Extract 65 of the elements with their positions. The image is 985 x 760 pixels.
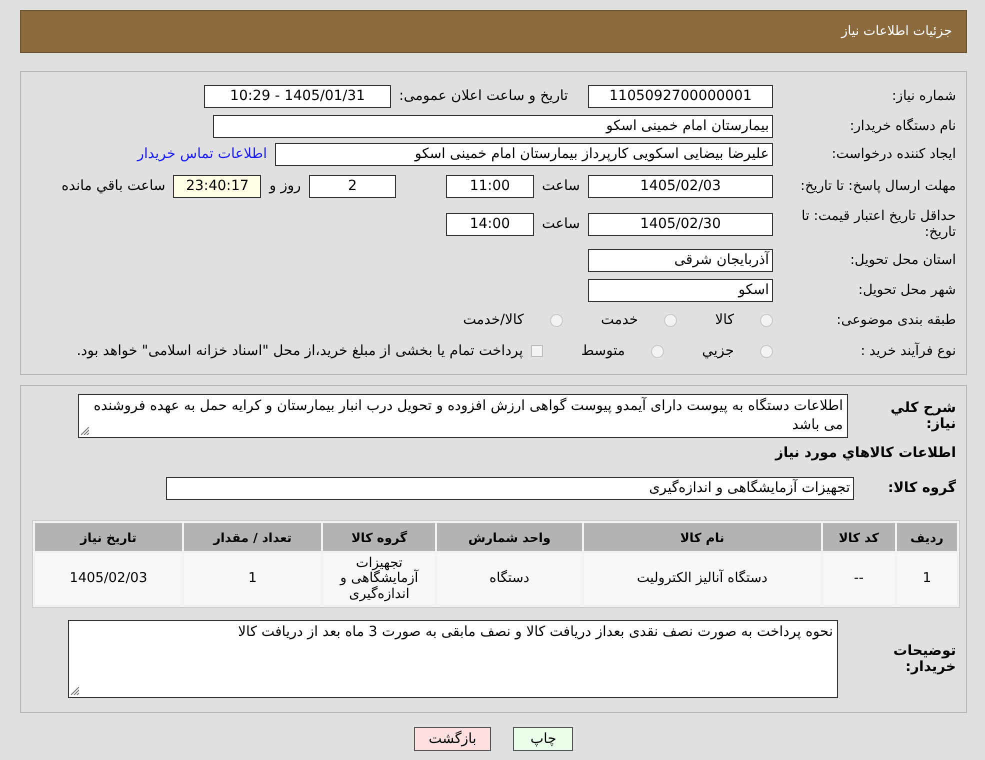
days-field: 2 [308,174,396,198]
checkbox[interactable] [531,345,544,357]
table-cell: تجهیزات آزمایشگاهی و اندازه‌گیری [323,553,436,605]
field-label: شرح کلي نیاز: [890,400,956,432]
option-label: خدمت [600,312,638,328]
radio-button[interactable] [651,344,664,358]
option-label: متوسط [581,343,626,359]
table-cell: دستگاه آنالیز الکترولیت [584,553,821,605]
back-button[interactable]: بازگشت [414,727,492,751]
radio-button[interactable] [550,314,563,326]
time-label: ساعت [542,178,580,194]
contact-link[interactable]: اطلاعات تماس خریدار [137,146,267,162]
column-header: تعداد / مقدار [184,523,322,551]
field-label: حداقل تاریخ اعتبار قیمت: تا تاریخ: [800,208,956,240]
option-label: کالا [715,312,734,328]
field-label: ایجاد کننده درخواست: [830,146,956,162]
goods-group-field: تجهیزات آزمایشگاهی و اندازه‌گیری [166,476,854,500]
header-title: جزئیات اطلاعات نیاز [841,24,952,39]
field-label: مهلت ارسال پاسخ: تا تاریخ: [799,178,956,194]
table-cell: -- [822,553,895,605]
need-number-field: 1105092700000001 [588,84,773,108]
field-label: شماره نیاز: [890,88,956,104]
time-label: ساعت [542,216,580,232]
field-label: تاریخ و ساعت اعلان عمومی: [399,88,568,104]
days-label: روز و [269,178,301,194]
option-label: کالا/خدمت [462,312,524,328]
radio-button[interactable] [760,314,773,326]
field-label: توضیحات خریدار: [892,643,956,675]
table-cell: 1 [896,553,957,605]
table-cell: 1405/02/03 [35,553,182,605]
table-cell: 1 [184,553,322,605]
option-label: جزيي [702,343,734,359]
deadline-date-field: 1405/02/03 [588,174,773,198]
city-field: اسکو [588,278,773,302]
column-header: ردیف [896,523,957,551]
print-button[interactable]: چاپ [513,727,574,751]
announce-date-field: 1405/01/31 - 10:29 [204,84,392,108]
section-title: اطلاعات کالاهاي مورد نیاز [774,445,956,461]
treasury-note: پرداخت تمام یا بخشی از مبلغ خرید،از محل "اسناد خزانه اسلامی" خواهد بود. [76,343,524,359]
column-header: نام کالا [584,523,821,551]
field-label: طبقه بندی موضوعی: [836,312,956,328]
deadline-time-field: 11:00 [446,174,534,198]
validity-date-field: 1405/02/30 [588,212,773,236]
field-label: شهر محل تحویل: [857,282,956,298]
province-field: آذربایجان شرقی [588,248,773,272]
field-label: نام دستگاه خریدار: [848,118,956,134]
field-label: استان محل تحویل: [849,252,956,268]
column-header: تاریخ نیاز [35,523,182,551]
table-cell: دستگاه [437,553,582,605]
radio-button[interactable] [760,344,773,358]
column-header: گروه کالا [323,523,436,551]
requester-field: علیرضا بیضایی اسکویی کارپرداز بیمارستان امام خمینی اسکو [275,142,773,166]
description-field: اطلاعات دستگاه به پیوست دارای آیمدو پیوست گواهی ارزش افزوده و تحویل درب انبار بیمارستان و کرایه حمل به عهده فروشنده می باشد [78,394,848,438]
radio-button[interactable] [664,314,678,326]
column-header: کد کالا [822,523,895,551]
field-label: گروه کالا: [886,480,956,496]
field-label: نوع فرآیند خرید : [860,342,956,360]
validity-time-field: 14:00 [446,212,534,236]
buyer-org-field: بیمارستان امام خمینی اسکو [213,114,773,138]
remaining-time-field: 23:40:17 [173,174,262,198]
remaining-label: ساعت باقي مانده [62,178,166,194]
resize-grip-icon [71,687,79,695]
buyer-notes-field: نحوه پرداخت به صورت نصف نقدی بعداز دریافت کالا و نصف مابقی به صورت 3 ماه بعد از دریافت کالا [68,620,838,698]
column-header: واحد شمارش [437,523,582,551]
resize-grip-icon [81,427,89,435]
